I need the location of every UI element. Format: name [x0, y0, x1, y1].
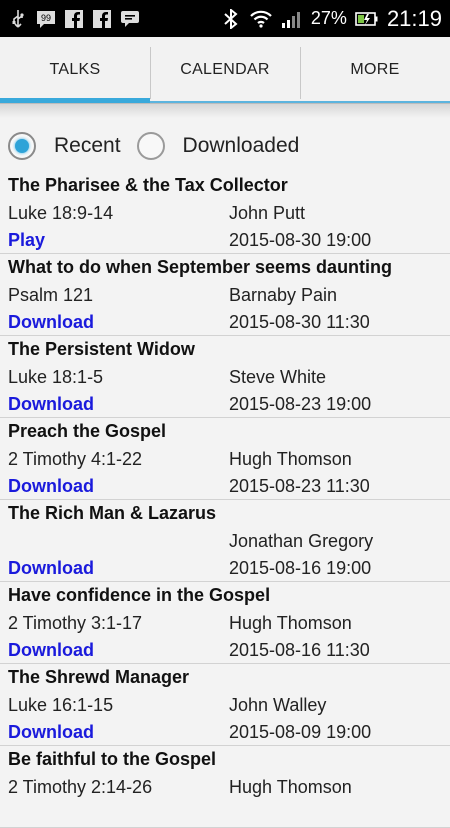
list-item[interactable]: The Pharisee & the Tax Collector Luke 18… [0, 172, 450, 254]
list-item[interactable]: Have confidence in the Gospel 2 Timothy … [0, 582, 450, 664]
tab-shadow [0, 104, 450, 118]
talk-datetime: 2015-08-16 11:30 [229, 640, 370, 660]
talk-passage: Luke 18:9-14 [8, 203, 114, 223]
play-button[interactable]: Play [8, 230, 45, 251]
talk-datetime: 2015-08-09 19:00 [229, 722, 372, 742]
list-item[interactable]: The Persistent Widow Luke 18:1-5 Steve W… [0, 336, 450, 418]
bluetooth-off-icon [221, 8, 241, 29]
recent-radio-label[interactable]: Recent [54, 134, 121, 158]
talk-passage: Luke 16:1-15 [8, 695, 114, 715]
message-icon: 99 [36, 9, 56, 29]
chat-icon [120, 9, 140, 29]
talk-passage: 2 Timothy 4:1-22 [8, 449, 143, 469]
tab-talks[interactable]: TALKS [0, 37, 150, 103]
downloaded-radio[interactable] [136, 132, 165, 160]
talk-speaker: John Putt [229, 203, 306, 223]
talk-speaker: Hugh Thomson [229, 777, 352, 797]
talk-passage: 2 Timothy 3:1-17 [8, 613, 143, 633]
tab-talks-label: TALKS [49, 61, 101, 78]
tab-more-indicator [300, 101, 450, 103]
talk-title: The Pharisee & the Tax Collector [8, 175, 288, 195]
talk-title: Be faithful to the Gospel [8, 749, 217, 769]
download-button[interactable]: Download [8, 722, 94, 743]
wifi-icon [249, 9, 273, 29]
talk-title: The Persistent Widow [8, 339, 195, 359]
list-item[interactable]: The Rich Man & Lazarus Jonathan Gregory … [0, 500, 450, 582]
recent-radio[interactable] [8, 132, 36, 160]
list-item[interactable]: Preach the Gospel 2 Timothy 4:1-22 Hugh … [0, 418, 450, 500]
talk-datetime: 2015-08-23 11:30 [229, 476, 370, 496]
tab-more[interactable]: MORE [300, 37, 450, 103]
download-button[interactable]: Download [8, 394, 94, 415]
talk-title: Have confidence in the Gospel [8, 585, 271, 605]
clock: 21:19 [386, 5, 442, 31]
battery-percent: 27% [310, 8, 347, 28]
tab-calendar[interactable]: CALENDAR [150, 37, 300, 103]
talk-speaker: Hugh Thomson [229, 449, 352, 469]
facebook-icon [64, 9, 84, 29]
usb-icon [8, 9, 28, 29]
list-item[interactable]: Be faithful to the Gospel 2 Timothy 2:14… [0, 746, 450, 828]
talk-passage: Luke 18:1-5 [8, 367, 104, 387]
download-button[interactable]: Download [8, 476, 94, 497]
talk-title: The Rich Man & Lazarus [8, 503, 217, 523]
facebook-icon-2 [92, 9, 112, 29]
talk-speaker: Jonathan Gregory [229, 531, 374, 551]
list-item[interactable]: The Shrewd Manager Luke 16:1-15 John Wal… [0, 664, 450, 746]
talk-datetime: 2015-08-30 19:00 [229, 230, 372, 250]
talk-datetime: 2015-08-23 19:00 [229, 394, 372, 414]
talk-title: The Shrewd Manager [8, 667, 190, 687]
recent-radio-dot [15, 139, 29, 153]
notification-icons: 99 [0, 9, 140, 29]
filter-radio-group: Recent Downloaded [8, 128, 315, 164]
tab-talks-indicator [0, 98, 150, 103]
download-button[interactable]: Download [8, 640, 94, 661]
talk-title: What to do when September seems daunting [8, 257, 393, 277]
svg-text:99: 99 [41, 13, 51, 23]
downloaded-radio-label[interactable]: Downloaded [183, 134, 300, 158]
talk-passage: Psalm 121 [8, 285, 94, 305]
battery-charging-icon [355, 9, 379, 29]
talk-speaker: Barnaby Pain [229, 285, 338, 305]
tab-calendar-indicator [150, 101, 300, 103]
talk-speaker: John Walley [229, 695, 327, 715]
download-button[interactable]: Download [8, 558, 94, 579]
tab-more-label: MORE [350, 61, 400, 78]
talk-datetime: 2015-08-30 11:30 [229, 312, 370, 332]
list-item[interactable]: What to do when September seems daunting… [0, 254, 450, 336]
system-icons: 27% 21:19 [221, 0, 442, 37]
talk-list: The Pharisee & the Tax Collector Luke 18… [0, 172, 450, 828]
talk-datetime: 2015-08-16 19:00 [229, 558, 372, 578]
talk-passage: 2 Timothy 2:14-26 [8, 777, 153, 797]
talk-speaker: Steve White [229, 367, 327, 387]
talk-speaker: Hugh Thomson [229, 613, 352, 633]
talk-title: Preach the Gospel [8, 421, 167, 441]
tab-bar: TALKS CALENDAR MORE [0, 37, 450, 104]
status-bar: 99 27% 21:19 [0, 0, 450, 37]
signal-icon [281, 9, 303, 29]
tab-calendar-label: CALENDAR [180, 61, 270, 78]
download-button[interactable]: Download [8, 312, 94, 333]
